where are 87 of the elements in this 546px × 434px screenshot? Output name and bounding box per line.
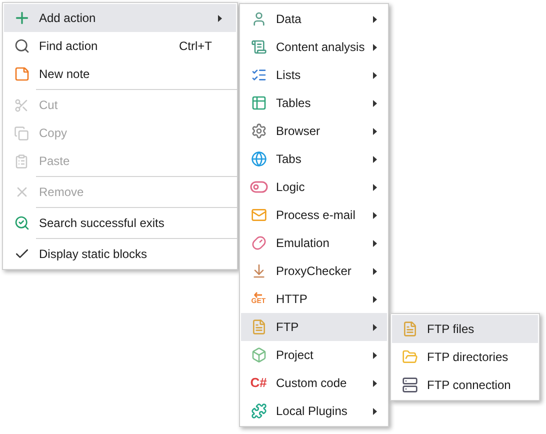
menu-item[interactable]: FTP [241, 313, 387, 341]
menu-label: Remove [39, 184, 85, 201]
menu-label: Custom code [276, 375, 348, 392]
menu-label: Tables [276, 95, 312, 112]
menu-item[interactable]: Lists [241, 61, 387, 89]
menu-item[interactable]: Local Plugins [241, 397, 387, 425]
note-icon [14, 66, 30, 82]
file-icon [402, 321, 418, 337]
copy-icon [14, 126, 29, 140]
caret-icon [373, 128, 377, 134]
menu-item[interactable]: Process e-mail [241, 201, 387, 229]
toggle-icon [250, 181, 268, 193]
menu-label: Process e-mail [276, 207, 356, 224]
menu-label: Add action [39, 10, 97, 27]
caret-icon [373, 324, 377, 330]
menu-label: Paste [39, 153, 71, 170]
puzzle-icon [250, 403, 266, 419]
mail-icon [250, 207, 266, 223]
menu-label: HTTP [276, 291, 308, 308]
user-icon [250, 11, 266, 27]
menu-item[interactable]: Browser [241, 117, 387, 145]
clipboard-icon [14, 154, 29, 168]
caret-icon [373, 240, 377, 246]
menu-item[interactable]: FTP connection [392, 371, 538, 399]
menu-item[interactable]: Data [241, 5, 387, 33]
caret-icon [373, 156, 377, 162]
search-icon [14, 38, 30, 54]
menu-item[interactable]: New note [4, 60, 236, 88]
menu-label: Find action [39, 38, 99, 55]
menu-label: Content analysis [276, 39, 366, 56]
menu-item[interactable]: Display static blocks [4, 240, 236, 268]
menu-item[interactable]: ProxyChecker [241, 257, 387, 285]
menu-label: New note [39, 66, 91, 83]
menu-item[interactable]: FTP files [392, 315, 538, 343]
menu-item[interactable]: FTP directories [392, 343, 538, 371]
menu-label: Data [276, 11, 302, 28]
menu-item[interactable]: C# Custom code [241, 369, 387, 397]
file-icon [250, 319, 266, 335]
menu-label: Lists [276, 67, 302, 84]
caret-icon [373, 212, 377, 218]
shortcut-label: Ctrl+T [179, 38, 212, 55]
caret-icon [373, 408, 377, 414]
caret-icon [373, 16, 377, 22]
menu-item[interactable]: Project [241, 341, 387, 369]
menu-label: Logic [276, 179, 306, 196]
table-icon [250, 95, 266, 111]
document-icon [250, 39, 266, 55]
menu-label: Project [276, 347, 314, 364]
folder-icon [402, 349, 418, 365]
download-icon [250, 263, 266, 279]
globe-icon [250, 151, 266, 167]
caret-icon [373, 44, 377, 50]
caret-icon [373, 296, 377, 302]
menu-item[interactable]: Add action [4, 4, 236, 32]
menu-label: ProxyChecker [276, 263, 352, 280]
cube-icon [250, 347, 266, 363]
caret-icon [373, 184, 377, 190]
menu-label: Cut [39, 97, 59, 114]
menu-label: Copy [39, 125, 68, 142]
menu-label: FTP files [427, 321, 476, 338]
csharp-icon: C# [250, 373, 267, 393]
menu-item[interactable]: Tabs [241, 145, 387, 173]
menu-label: Local Plugins [276, 403, 348, 420]
menu-label: FTP connection [427, 377, 512, 394]
menu-label: Emulation [276, 235, 330, 252]
menu-label: FTP [276, 319, 300, 336]
menu-label: Tabs [276, 151, 302, 168]
caret-icon [373, 352, 377, 358]
menu-item[interactable]: Tables [241, 89, 387, 117]
caret-icon [373, 100, 377, 106]
list-icon [250, 67, 266, 83]
menu-item[interactable]: Logic [241, 173, 387, 201]
caret-icon [373, 72, 377, 78]
menu-item[interactable]: Content analysis [241, 33, 387, 61]
gear-icon [250, 123, 266, 139]
server-icon [402, 377, 418, 393]
menu-item[interactable]: Emulation [241, 229, 387, 257]
search-check-icon [14, 215, 30, 231]
menu-item[interactable]: Search successful exits [4, 209, 236, 237]
menu-label: Display static blocks [39, 246, 148, 263]
menu-label: Search successful exits [39, 215, 166, 232]
menu-label: FTP directories [427, 349, 510, 366]
menu-item[interactable]: Find action Ctrl+T [4, 32, 236, 60]
caret-icon [373, 268, 377, 274]
scissors-icon [14, 98, 29, 112]
caret-icon [373, 380, 377, 386]
menu-label: Browser [276, 123, 322, 140]
